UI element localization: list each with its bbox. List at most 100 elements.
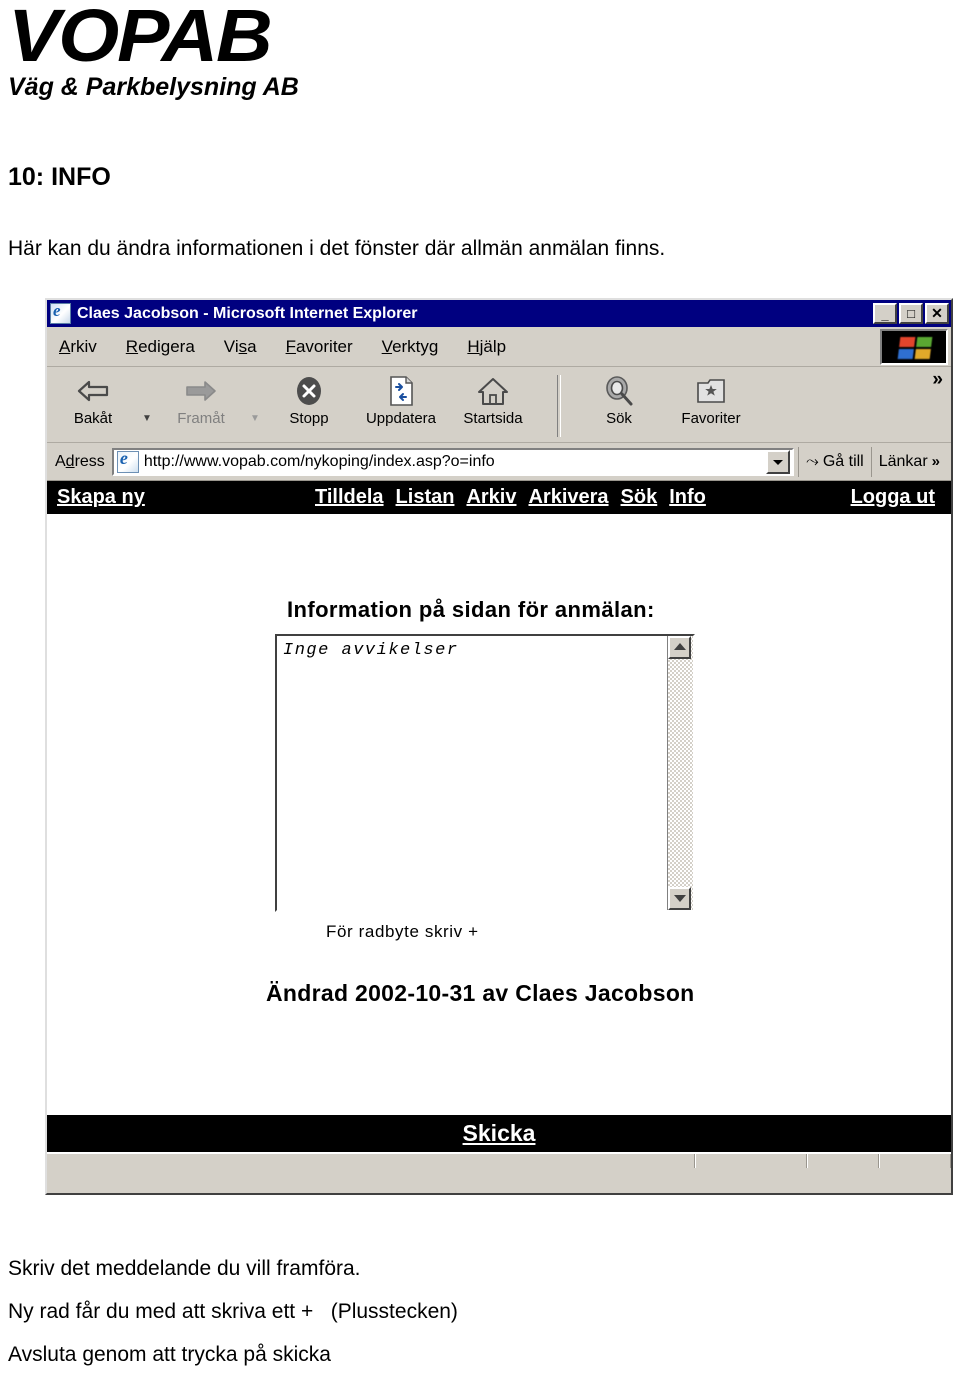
favorites-button[interactable]: Favoriter xyxy=(665,373,757,427)
menu-mnemonic: A xyxy=(59,336,71,356)
forward-history-caret-icon[interactable]: ▼ xyxy=(247,413,263,424)
info-textarea[interactable]: Inge avvikelser xyxy=(275,634,695,912)
address-dropdown-button[interactable] xyxy=(766,449,791,474)
address-label-pre: A xyxy=(55,452,66,470)
back-button[interactable]: Bakåt xyxy=(47,373,139,427)
back-button-label: Bakåt xyxy=(73,410,113,427)
note-line-3: Avsluta genom att trycka på skicka xyxy=(8,1343,331,1366)
menu-mnemonic: F xyxy=(285,336,296,356)
menu-mnemonic: V xyxy=(381,336,393,356)
menu-mnemonic: H xyxy=(467,336,480,356)
nav-link-arkivera[interactable]: Arkivera xyxy=(528,486,608,509)
search-button[interactable]: Sök xyxy=(573,373,665,427)
menu-item-redigera[interactable]: Redigera xyxy=(126,337,195,357)
page-favicon-icon xyxy=(116,450,139,473)
submit-button[interactable]: Skicka xyxy=(463,1120,536,1147)
menu-label-post: rkiv xyxy=(70,336,97,356)
textarea-scrollbar[interactable] xyxy=(667,636,693,910)
menu-label-post: avoriter xyxy=(295,336,353,356)
stop-button-label: Stopp xyxy=(289,410,329,427)
close-button[interactable]: ✕ xyxy=(925,303,949,324)
address-input[interactable]: http://www.vopab.com/nykoping/index.asp?… xyxy=(111,447,795,476)
menu-item-favoriter[interactable]: Favoriter xyxy=(286,337,353,357)
menu-item-verktyg[interactable]: Verktyg xyxy=(382,337,439,357)
stop-button[interactable]: Stopp xyxy=(263,373,355,427)
home-button[interactable]: Startsida xyxy=(447,373,539,427)
info-textarea-value: Inge avvikelser xyxy=(283,641,459,660)
status-security-cell xyxy=(879,1154,951,1168)
submit-bar: Skicka xyxy=(47,1115,951,1152)
maximize-button[interactable]: □ xyxy=(899,303,923,324)
nav-link-skapa-ny[interactable]: Skapa ny xyxy=(57,486,145,509)
links-button-label: Länkar xyxy=(878,452,928,470)
refresh-icon xyxy=(355,373,447,409)
internet-explorer-icon xyxy=(50,303,71,324)
nav-link-tilldela[interactable]: Tilldela xyxy=(315,486,384,509)
favorites-folder-icon xyxy=(665,373,757,409)
browser-title-bar: Claes Jacobson - Microsoft Internet Expl… xyxy=(47,300,951,327)
nav-group-center: Tilldela Listan Arkiv Arkivera Sök Info xyxy=(315,486,706,509)
browser-menu-bar: Arkiv Redigera Visa Favoriter Verktyg Hj… xyxy=(47,327,951,367)
menu-item-arkiv[interactable]: Arkiv xyxy=(59,337,97,357)
address-bar: Adress http://www.vopab.com/nykoping/ind… xyxy=(47,443,951,481)
nav-link-listan[interactable]: Listan xyxy=(396,486,455,509)
menu-mnemonic: s xyxy=(238,336,248,356)
nav-link-sok[interactable]: Sök xyxy=(621,486,658,509)
status-progress-cell xyxy=(807,1154,879,1168)
nav-link-info[interactable]: Info xyxy=(669,486,706,509)
forward-arrow-icon xyxy=(155,373,247,409)
browser-window: Claes Jacobson - Microsoft Internet Expl… xyxy=(45,298,953,1195)
note-line-1: Skriv det meddelande du vill framföra. xyxy=(8,1257,361,1280)
window-title: Claes Jacobson - Microsoft Internet Expl… xyxy=(77,304,418,322)
forward-button[interactable]: Framåt xyxy=(155,373,247,427)
back-arrow-icon xyxy=(47,373,139,409)
page-title: 10: INFO xyxy=(8,163,111,191)
menu-item-hjalp[interactable]: Hjälp xyxy=(467,337,506,357)
menu-label-post: a xyxy=(247,336,257,356)
last-changed-text: Ändrad 2002-10-31 av Claes Jacobson xyxy=(266,980,695,1006)
home-button-label: Startsida xyxy=(463,410,523,427)
logo-wordmark: VOPAB xyxy=(8,0,273,77)
windows-flag-icon xyxy=(897,337,933,359)
back-history-caret-icon[interactable]: ▼ xyxy=(139,413,155,424)
refresh-button[interactable]: Uppdatera xyxy=(355,373,447,427)
menu-label-post: erktyg xyxy=(392,336,439,356)
menu-label-post: edigera xyxy=(138,336,195,356)
info-heading: Information på sidan för anmälan: xyxy=(287,597,655,622)
menu-item-visa[interactable]: Visa xyxy=(224,337,257,357)
go-button[interactable]: ⤳ Gå till xyxy=(798,446,871,477)
nav-group-right: Logga ut xyxy=(851,486,935,509)
scroll-up-arrow-icon[interactable] xyxy=(668,636,691,659)
address-label-post: ress xyxy=(74,452,105,470)
linebreak-hint: För radbyte skriv + xyxy=(326,922,479,941)
company-logo: VOPAB Väg & Parkbelysning AB xyxy=(8,0,428,102)
refresh-button-label: Uppdatera xyxy=(365,410,437,427)
address-input-value: http://www.vopab.com/nykoping/index.asp?… xyxy=(143,452,495,470)
close-icon: ✕ xyxy=(931,305,943,321)
links-overflow-chevron-icon: » xyxy=(931,453,940,470)
nav-link-logga-ut[interactable]: Logga ut xyxy=(851,486,935,508)
minimize-icon: _ xyxy=(881,307,889,322)
toolbar-overflow-chevron-icon[interactable]: » xyxy=(932,369,943,391)
go-button-label: Gå till xyxy=(822,452,864,470)
home-icon xyxy=(447,373,539,409)
instruction-notes: Skriv det meddelande du vill framföra. N… xyxy=(8,1257,948,1386)
status-message-area xyxy=(47,1154,695,1168)
minimize-button[interactable]: _ xyxy=(873,303,897,324)
toolbar-separator xyxy=(557,375,561,437)
menu-mnemonic: R xyxy=(125,336,139,356)
browser-status-bar xyxy=(47,1152,951,1168)
browser-toolbar: Bakåt ▼ Framåt ▼ Stopp Uppdatera Startsi… xyxy=(47,367,951,443)
nav-group-left: Skapa ny xyxy=(57,486,145,509)
favorites-button-label: Favoriter xyxy=(681,410,741,427)
nav-link-arkiv[interactable]: Arkiv xyxy=(466,486,516,509)
scroll-down-arrow-icon[interactable] xyxy=(668,887,691,910)
windows-logo-button[interactable] xyxy=(880,329,948,365)
forward-button-label: Framåt xyxy=(177,410,225,427)
address-label: Adress xyxy=(55,453,105,471)
site-nav-bar: Skapa ny Tilldela Listan Arkiv Arkivera … xyxy=(47,481,951,514)
stop-icon xyxy=(263,373,355,409)
menu-label-post: jälp xyxy=(479,336,507,356)
search-icon xyxy=(573,373,665,409)
links-button[interactable]: Länkar » xyxy=(870,446,947,477)
